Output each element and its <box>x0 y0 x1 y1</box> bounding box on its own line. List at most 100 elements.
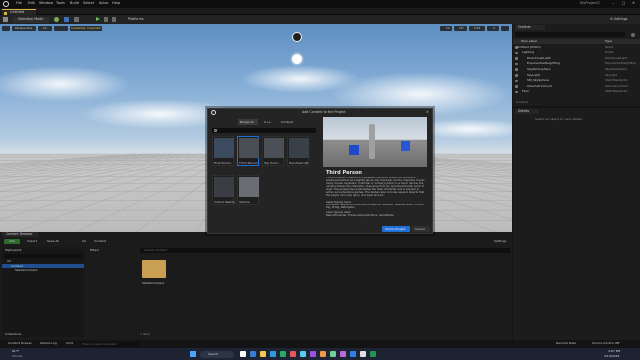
taskbar-app-icon[interactable] <box>320 351 326 357</box>
tree-search[interactable] <box>4 254 82 258</box>
outliner-row[interactable]: SkyLight SkyLight <box>513 73 640 78</box>
visibility-eye-icon[interactable] <box>515 51 518 55</box>
content-search[interactable]: Search Content <box>140 248 510 253</box>
add-actor-icon[interactable] <box>54 17 59 22</box>
tab-content[interactable]: Content <box>278 119 298 125</box>
outliner-col-type[interactable]: Type <box>605 40 612 43</box>
details-tab[interactable]: Details <box>515 109 539 114</box>
taskbar-app-icon[interactable] <box>290 351 296 357</box>
mode-dropdown[interactable]: Selection Mode <box>13 16 49 23</box>
visibility-eye-icon[interactable] <box>515 74 518 77</box>
directional-light-icon[interactable] <box>292 32 302 42</box>
minimize-button[interactable]: – <box>612 1 614 6</box>
template-search[interactable] <box>212 128 316 133</box>
weather-temp[interactable]: 61°F <box>12 350 19 353</box>
grid-snap-button[interactable]: 10 <box>440 26 452 31</box>
taskbar-search[interactable]: Search <box>200 350 234 358</box>
save-icon[interactable] <box>3 17 8 22</box>
maximize-viewport-button[interactable] <box>501 26 509 31</box>
outliner-row[interactable]: Untitled (Editor) World <box>513 45 640 50</box>
menu-actor[interactable]: Actor <box>99 1 108 6</box>
taskbar-app-icon[interactable] <box>280 351 286 357</box>
outliner-row[interactable]: SM_SkySphere StaticMeshActor <box>513 79 640 84</box>
cmd-button[interactable]: Cmd <box>66 342 73 345</box>
close-button[interactable]: ✕ <box>632 1 635 6</box>
folder-starter-content[interactable]: StarterContent <box>140 258 168 288</box>
collections-header[interactable]: Collections <box>5 333 21 336</box>
breadcrumb-all[interactable]: All <box>82 240 86 243</box>
template-tile[interactable]: Virtual Reality <box>212 175 235 205</box>
taskbar-app-icon[interactable] <box>360 351 366 357</box>
visibility-eye-icon[interactable] <box>515 85 518 88</box>
tree-root[interactable]: MyProject2 <box>5 249 22 252</box>
console-input[interactable]: Enter Console Command <box>80 341 140 347</box>
menu-help[interactable]: Help <box>112 1 120 6</box>
visibility-eye-icon[interactable] <box>515 62 518 66</box>
tab-cpp[interactable]: C++ <box>260 119 276 125</box>
dialog-close-button[interactable]: ✕ <box>426 110 429 115</box>
breadcrumb-content[interactable]: Content <box>94 240 106 243</box>
taskbar-app-icon[interactable] <box>370 351 376 357</box>
cancel-button[interactable]: Cancel <box>412 226 430 232</box>
taskbar-app-icon[interactable] <box>240 351 246 357</box>
taskbar-app-icon[interactable] <box>350 351 356 357</box>
taskbar-app-icon[interactable] <box>270 351 276 357</box>
sequencer-icon[interactable] <box>74 17 79 22</box>
outliner-search[interactable] <box>515 32 625 37</box>
template-tile[interactable]: Handheld AR <box>287 136 309 166</box>
template-tile[interactable]: Vehicle <box>237 175 259 205</box>
visibility-eye-icon[interactable] <box>515 79 518 83</box>
menu-file[interactable]: File <box>16 1 22 6</box>
outliner-row[interactable]: VolumetricCloud VolumetricCloud <box>513 84 640 89</box>
angle-snap-button[interactable]: 10° <box>454 26 467 31</box>
output-log-button[interactable]: Output Log <box>40 342 57 345</box>
taskbar-app-icon[interactable] <box>310 351 316 357</box>
platforms-button[interactable]: Platforms <box>124 17 158 23</box>
add-to-project-button[interactable]: Add to Project <box>382 226 410 232</box>
taskbar-app-icon[interactable] <box>250 351 256 357</box>
template-tile[interactable]: Top Down <box>262 136 284 166</box>
menu-tools[interactable]: Tools <box>56 1 65 6</box>
play-icon[interactable] <box>96 17 100 21</box>
maximize-button[interactable]: □ <box>622 1 625 6</box>
save-all-button[interactable]: Save All <box>47 240 59 243</box>
outliner-row[interactable]: ExponentialHeightFog ExponentialHeightFog <box>513 62 640 67</box>
skip-icon[interactable] <box>104 17 108 22</box>
taskbar-app-icon[interactable] <box>330 351 336 357</box>
visibility-eye-icon[interactable] <box>515 68 518 71</box>
sun-icon[interactable] <box>292 54 302 64</box>
visibility-eye-icon[interactable] <box>515 90 518 94</box>
filters-button[interactable]: Filters <box>90 249 99 252</box>
taskbar-app-icon[interactable] <box>260 351 266 357</box>
taskbar-app-icon[interactable] <box>300 351 306 357</box>
outliner-row[interactable]: Floor StaticMeshActor <box>513 90 640 95</box>
template-tile[interactable]: First Person <box>212 136 234 166</box>
menu-window[interactable]: Window <box>39 1 53 6</box>
viewport-options-button[interactable] <box>2 26 10 31</box>
clock-time[interactable]: 4:07 PM <box>608 350 620 353</box>
content-settings-button[interactable]: Settings <box>494 240 506 243</box>
stop-icon[interactable] <box>112 17 116 22</box>
add-button[interactable]: Add <box>4 239 20 244</box>
source-control-button[interactable]: Source Control Off <box>592 342 619 345</box>
tab-blueprint[interactable]: Blueprint <box>238 119 258 125</box>
visibility-eye-icon[interactable] <box>515 57 518 60</box>
settings-button[interactable]: ⚙ Settings <box>610 17 628 21</box>
scale-snap-button[interactable]: 0.25 <box>469 26 485 31</box>
menu-select[interactable]: Select <box>83 1 94 6</box>
scalability-warning[interactable]: Scalability: Cinematic <box>70 26 102 31</box>
import-button[interactable]: Import <box>27 240 37 243</box>
content-browser-tab[interactable]: Content Browser <box>2 232 38 237</box>
tree-item-starter[interactable]: StarterContent <box>15 269 37 272</box>
outliner-row[interactable]: SkyAtmosphere SkyAtmosphere <box>513 67 640 72</box>
content-drawer-button[interactable]: Content Drawer <box>8 342 32 345</box>
outliner-row[interactable]: DirectionalLight DirectionalLight <box>513 56 640 61</box>
camera-speed-button[interactable]: 4 <box>487 26 499 31</box>
outliner-tab[interactable]: Outliner <box>515 25 545 30</box>
outliner-col-label[interactable]: Item Label <box>521 40 537 43</box>
outliner-settings-icon[interactable] <box>631 32 635 37</box>
menu-build[interactable]: Build <box>70 1 79 6</box>
outliner-row[interactable]: Lighting Folder <box>513 51 640 56</box>
show-button[interactable] <box>54 26 68 31</box>
blueprint-icon[interactable] <box>64 17 69 22</box>
